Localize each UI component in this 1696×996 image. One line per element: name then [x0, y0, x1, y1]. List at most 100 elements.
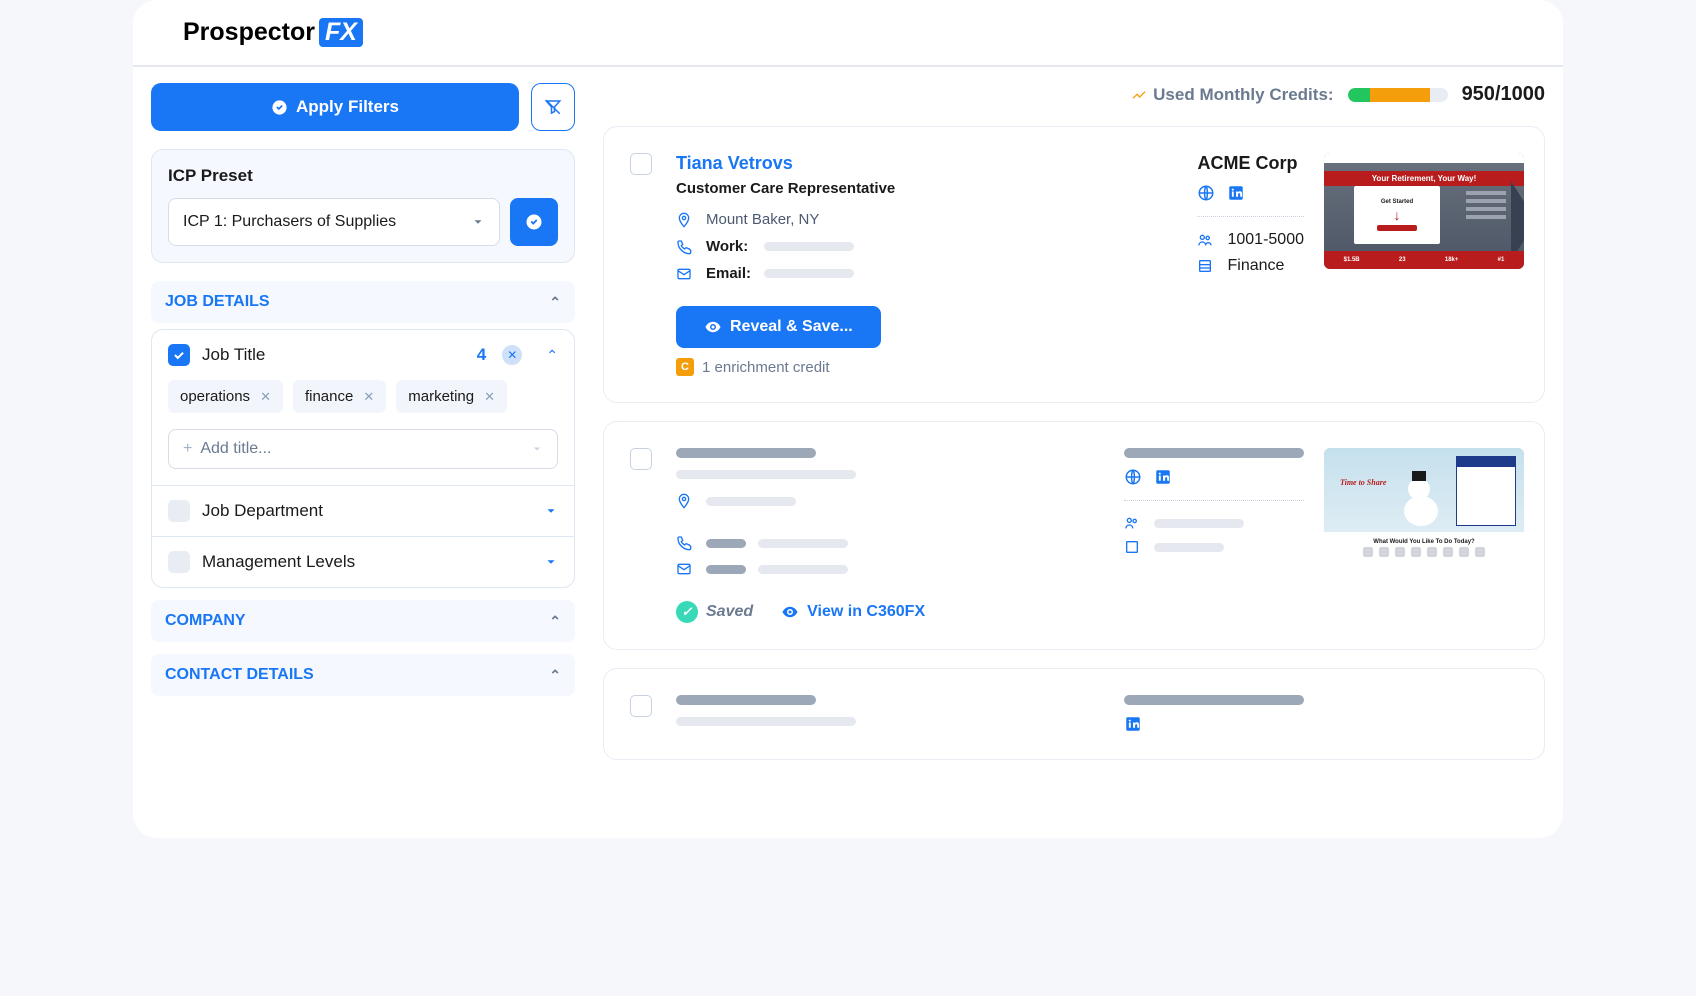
- industry-icon: [1197, 258, 1215, 274]
- section-company[interactable]: COMPANY ⌃: [151, 600, 575, 642]
- clear-filter-icon: [544, 98, 562, 116]
- brand-badge: FX: [319, 18, 363, 47]
- person-info: [676, 695, 1124, 733]
- trend-icon: [1131, 87, 1147, 103]
- filter-label: Management Levels: [202, 552, 532, 572]
- eye-icon: [704, 318, 722, 336]
- credits-label: Used Monthly Credits:: [1153, 85, 1333, 105]
- job-title-tags: operations✕ finance✕ marketing✕: [152, 380, 574, 429]
- add-title-placeholder: Add title...: [200, 440, 271, 457]
- filter-label: Job Department: [202, 501, 532, 521]
- result-card: ✓ Saved View in C360FX: [603, 421, 1545, 650]
- filter-sidebar: Apply Filters ICP Preset ICP 1: Purchase…: [151, 83, 575, 822]
- view-in-c360-link[interactable]: View in C360FX: [781, 603, 925, 621]
- globe-icon[interactable]: [1197, 184, 1215, 202]
- linkedin-icon[interactable]: [1227, 184, 1245, 202]
- skeleton: [1154, 519, 1244, 528]
- person-title: Customer Care Representative: [676, 180, 1167, 197]
- chevron-up-icon: ⌃: [549, 294, 561, 311]
- skeleton: [676, 470, 856, 479]
- apply-filters-button[interactable]: Apply Filters: [151, 83, 519, 131]
- company-size: 1001-5000: [1227, 231, 1304, 249]
- reveal-label: Reveal & Save...: [730, 318, 853, 336]
- checkbox-checked[interactable]: [168, 344, 190, 366]
- checkbox-unchecked[interactable]: [168, 500, 190, 522]
- phone-icon: [676, 535, 694, 551]
- results-panel: Used Monthly Credits: 950/1000 Tiana Vet…: [603, 83, 1545, 822]
- remove-tag-icon[interactable]: ✕: [260, 389, 271, 405]
- chevron-up-icon: ⌃: [549, 667, 561, 684]
- section-label: COMPANY: [165, 612, 246, 630]
- company-info: [1124, 448, 1304, 623]
- skeleton: [706, 565, 746, 574]
- linkedin-icon[interactable]: [1124, 715, 1142, 733]
- person-info: Tiana Vetrovs Customer Care Representati…: [676, 153, 1197, 376]
- person-name[interactable]: Tiana Vetrovs: [676, 153, 1167, 174]
- filter-count: 4: [477, 345, 486, 365]
- email-label: Email:: [706, 265, 752, 282]
- phone-icon: [676, 239, 694, 255]
- credits-used: 950: [1462, 83, 1495, 105]
- linkedin-icon[interactable]: [1154, 468, 1172, 486]
- mail-icon: [676, 561, 694, 577]
- tag-operations: operations✕: [168, 380, 283, 413]
- select-checkbox[interactable]: [630, 695, 652, 717]
- credits-total: /1000: [1495, 83, 1545, 105]
- reveal-save-button[interactable]: Reveal & Save...: [676, 306, 881, 348]
- view-link-text: View in C360FX: [807, 603, 925, 621]
- skeleton: [758, 539, 848, 548]
- skeleton: [676, 695, 816, 705]
- location-text: Mount Baker, NY: [706, 211, 819, 228]
- credit-note: C 1 enrichment credit: [676, 358, 830, 376]
- filter-job-title[interactable]: Job Title 4 ✕ ⌃: [152, 330, 574, 380]
- saved-badge: ✓ Saved: [676, 601, 753, 623]
- skeleton: [1154, 543, 1224, 552]
- icp-preset-box: ICP Preset ICP 1: Purchasers of Supplies: [151, 149, 575, 263]
- saved-text: Saved: [706, 603, 753, 621]
- preset-title: ICP Preset: [168, 166, 558, 186]
- filter-label: Job Title: [202, 345, 465, 365]
- checkbox-unchecked[interactable]: [168, 551, 190, 573]
- chevron-down-icon: [544, 555, 558, 569]
- skeleton: [764, 242, 854, 251]
- tag-finance: finance✕: [293, 380, 386, 413]
- company-name: ACME Corp: [1197, 153, 1304, 174]
- brand-name: Prospector: [183, 18, 315, 47]
- check-circle-icon: ✓: [676, 601, 698, 623]
- chevron-up-icon: ⌃: [549, 613, 561, 630]
- add-title-input[interactable]: +Add title...: [168, 429, 558, 469]
- eye-icon: [781, 603, 799, 621]
- skeleton: [676, 448, 816, 458]
- company-thumbnail: Your Retirement, Your Way! Get Started↓ …: [1324, 153, 1524, 269]
- credit-text: 1 enrichment credit: [702, 359, 830, 376]
- select-checkbox[interactable]: [630, 153, 652, 175]
- filter-job-department[interactable]: Job Department: [152, 486, 574, 536]
- preset-selected: ICP 1: Purchasers of Supplies: [183, 213, 396, 231]
- company-info: [1124, 695, 1304, 733]
- section-job-details[interactable]: JOB DETAILS ⌃: [151, 281, 575, 323]
- section-contact-details[interactable]: CONTACT DETAILS ⌃: [151, 654, 575, 696]
- location-icon: [676, 212, 694, 228]
- check-icon: [172, 348, 186, 362]
- result-cards: Tiana Vetrovs Customer Care Representati…: [603, 126, 1545, 822]
- section-label: CONTACT DETAILS: [165, 666, 314, 684]
- filter-management-levels[interactable]: Management Levels: [152, 537, 574, 587]
- tag-marketing: marketing✕: [396, 380, 507, 413]
- skeleton: [706, 539, 746, 548]
- select-checkbox[interactable]: [630, 448, 652, 470]
- clear-filters-button[interactable]: [531, 83, 575, 131]
- clear-filter-icon[interactable]: ✕: [502, 345, 522, 365]
- app-window: ProspectorFX Apply Filters ICP Preset IC…: [133, 0, 1563, 838]
- globe-icon[interactable]: [1124, 468, 1142, 486]
- preset-select[interactable]: ICP 1: Purchasers of Supplies: [168, 198, 500, 246]
- preset-confirm-button[interactable]: [510, 198, 558, 246]
- remove-tag-icon[interactable]: ✕: [363, 389, 374, 405]
- skeleton: [764, 269, 854, 278]
- company-info: ACME Corp 1001-5000: [1197, 153, 1304, 376]
- remove-tag-icon[interactable]: ✕: [484, 389, 495, 405]
- people-icon: [1124, 515, 1142, 531]
- skeleton: [1124, 695, 1304, 705]
- apply-label: Apply Filters: [296, 97, 399, 117]
- skeleton: [1124, 448, 1304, 458]
- skeleton: [676, 717, 856, 726]
